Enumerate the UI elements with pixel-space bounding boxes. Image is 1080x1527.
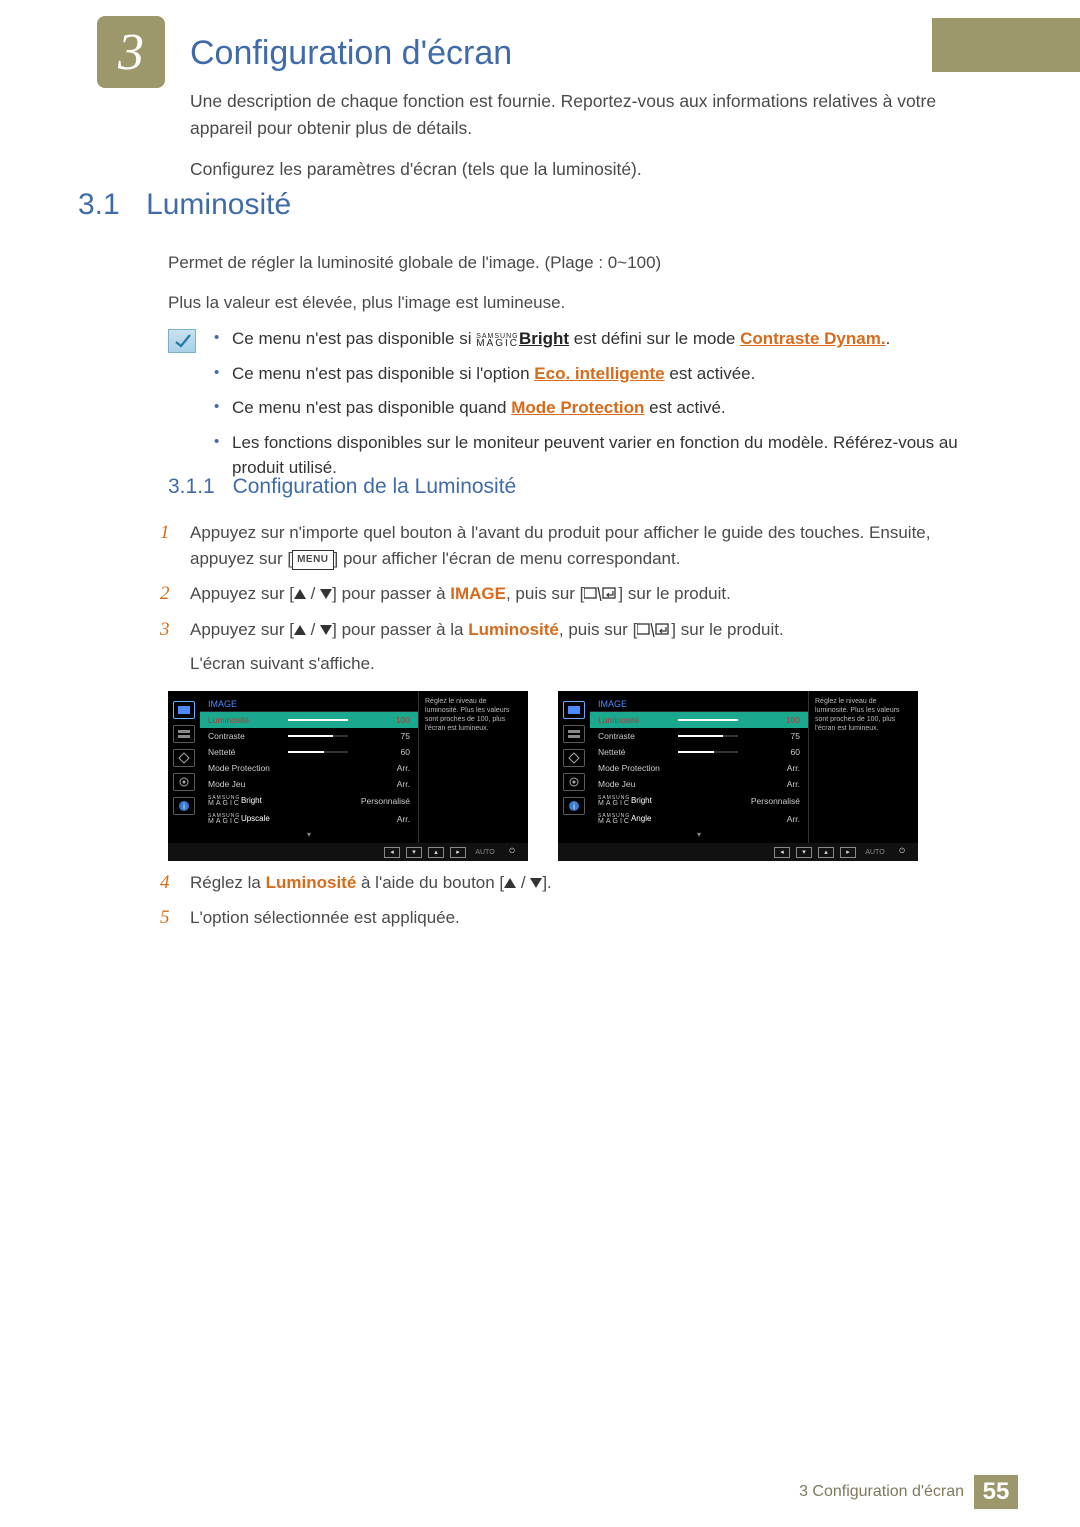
page: 3 Configuration d'écran Une description … bbox=[0, 0, 1080, 1527]
section-body: Permet de régler la luminosité globale d… bbox=[168, 250, 958, 331]
osd-menu-item: Mode ProtectionArr. bbox=[200, 760, 418, 776]
osd-menu-item: Luminosité100 bbox=[200, 712, 418, 728]
osd-nav-icons: i bbox=[558, 691, 590, 843]
osd-menu-item: Luminosité100 bbox=[590, 712, 808, 728]
note-block: Ce menu n'est pas disponible si SAMSUNGM… bbox=[168, 327, 958, 490]
chapter-title: Configuration d'écran bbox=[190, 34, 512, 73]
samsung-magic-logo: SAMSUNGMAGIC bbox=[476, 333, 519, 349]
osd-btn-right-icon: ▸ bbox=[450, 847, 466, 858]
osd-nav-info-icon: i bbox=[563, 797, 585, 815]
footer-text: 3 Configuration d'écran bbox=[799, 1483, 964, 1501]
subsection-title: Configuration de la Luminosité bbox=[233, 475, 517, 498]
triangle-down-icon bbox=[320, 625, 332, 635]
page-number-badge: 55 bbox=[974, 1475, 1018, 1509]
note-item-4: Les fonctions disponibles sur le moniteu… bbox=[206, 431, 958, 480]
osd-title: IMAGE bbox=[590, 695, 808, 712]
osd-nav-setup-icon bbox=[563, 773, 585, 791]
osd-scroll-down-icon: ▾ bbox=[200, 828, 418, 843]
note-item-2: Ce menu n'est pas disponible si l'option… bbox=[206, 362, 958, 387]
osd-title: IMAGE bbox=[200, 695, 418, 712]
osd-hint: Réglez le niveau de luminosité. Plus les… bbox=[808, 691, 916, 843]
osd-scroll-down-icon: ▾ bbox=[590, 828, 808, 843]
triangle-down-icon bbox=[530, 878, 542, 888]
link-mode-protection[interactable]: Mode Protection bbox=[511, 398, 644, 417]
enter-icon bbox=[637, 619, 671, 645]
menu-button-icon: MENU bbox=[292, 550, 333, 570]
footer: 3 Configuration d'écran 55 bbox=[0, 1479, 1080, 1509]
osd-btn-down-icon: ▾ bbox=[406, 847, 422, 858]
steps-list-lower: 4 Réglez la Luminosité à l'aide du bouto… bbox=[160, 870, 960, 939]
section-p2: Plus la valeur est élevée, plus l'image … bbox=[168, 290, 958, 316]
osd-button-bar: ◂ ▾ ▴ ▸ AUTO ⏻ bbox=[558, 843, 918, 861]
enter-icon bbox=[584, 583, 618, 609]
osd-btn-auto: AUTO bbox=[862, 847, 888, 858]
osd-menu-item: Mode ProtectionArr. bbox=[590, 760, 808, 776]
osd-btn-power-icon: ⏻ bbox=[894, 847, 910, 858]
intro-p1: Une description de chaque fonction est f… bbox=[190, 88, 960, 142]
note-list: Ce menu n'est pas disponible si SAMSUNGM… bbox=[206, 327, 958, 490]
header-band bbox=[932, 18, 1080, 72]
osd-hint: Réglez le niveau de luminosité. Plus les… bbox=[418, 691, 526, 843]
triangle-up-icon bbox=[294, 625, 306, 635]
note-item-3: Ce menu n'est pas disponible quand Mode … bbox=[206, 396, 958, 421]
svg-text:i: i bbox=[183, 802, 185, 811]
osd-nav-setup-icon bbox=[173, 773, 195, 791]
osd-panel-1: i IMAGE Luminosité100Contraste75Netteté6… bbox=[168, 691, 528, 861]
osd-nav-info-icon: i bbox=[173, 797, 195, 815]
step-4: 4 Réglez la Luminosité à l'aide du bouto… bbox=[160, 870, 960, 897]
svg-text:i: i bbox=[573, 802, 575, 811]
step-5: 5 L'option sélectionnée est appliquée. bbox=[160, 905, 960, 932]
osd-btn-left-icon: ◂ bbox=[774, 847, 790, 858]
osd-nav-icons: i bbox=[168, 691, 200, 843]
section-p1: Permet de régler la luminosité globale d… bbox=[168, 250, 958, 276]
osd-nav-color-icon bbox=[173, 725, 195, 743]
osd-screenshots: i IMAGE Luminosité100Contraste75Netteté6… bbox=[168, 691, 918, 861]
osd-btn-auto: AUTO bbox=[472, 847, 498, 858]
chapter-number: 3 bbox=[118, 23, 144, 82]
chapter-badge: 3 bbox=[97, 16, 165, 88]
step-1: 1 Appuyez sur n'importe quel bouton à l'… bbox=[160, 520, 960, 573]
osd-nav-image-icon bbox=[563, 701, 585, 719]
osd-menu-item: Mode JeuArr. bbox=[590, 776, 808, 792]
intro-block: Une description de chaque fonction est f… bbox=[190, 88, 960, 197]
osd-nav-color-icon bbox=[563, 725, 585, 743]
steps-list: 1 Appuyez sur n'importe quel bouton à l'… bbox=[160, 520, 960, 692]
osd-nav-size-icon bbox=[173, 749, 195, 767]
step-3: 3 Appuyez sur [ / ] pour passer à la Lum… bbox=[160, 617, 960, 684]
triangle-down-icon bbox=[320, 589, 332, 599]
osd-menu-item: SAMSUNGMAGICAngleArr. bbox=[590, 810, 808, 828]
subsection-heading: 3.1.1 Configuration de la Luminosité bbox=[168, 475, 516, 499]
triangle-up-icon bbox=[504, 878, 516, 888]
osd-button-bar: ◂ ▾ ▴ ▸ AUTO ⏻ bbox=[168, 843, 528, 861]
osd-btn-up-icon: ▴ bbox=[818, 847, 834, 858]
osd-menu-item: SAMSUNGMAGICBrightPersonnalisé bbox=[590, 792, 808, 810]
intro-p2: Configurez les paramètres d'écran (tels … bbox=[190, 156, 960, 183]
section-heading: 3.1 Luminosité bbox=[78, 188, 291, 222]
osd-menu-item: Contraste75 bbox=[590, 728, 808, 744]
osd-btn-left-icon: ◂ bbox=[384, 847, 400, 858]
osd-nav-size-icon bbox=[563, 749, 585, 767]
link-eco-intelligente[interactable]: Eco. intelligente bbox=[534, 364, 664, 383]
step-2: 2 Appuyez sur [ / ] pour passer à IMAGE,… bbox=[160, 581, 960, 609]
note-icon bbox=[168, 329, 196, 353]
osd-menu-item: SAMSUNGMAGICBrightPersonnalisé bbox=[200, 792, 418, 810]
note-item-1: Ce menu n'est pas disponible si SAMSUNGM… bbox=[206, 327, 958, 352]
osd-menu-item: Netteté60 bbox=[200, 744, 418, 760]
osd-btn-right-icon: ▸ bbox=[840, 847, 856, 858]
link-contraste-dynam[interactable]: Contraste Dynam. bbox=[740, 329, 885, 348]
osd-menu-item: Contraste75 bbox=[200, 728, 418, 744]
osd-menu-item: Mode JeuArr. bbox=[200, 776, 418, 792]
osd-btn-up-icon: ▴ bbox=[428, 847, 444, 858]
osd-nav-image-icon bbox=[173, 701, 195, 719]
section-title: Luminosité bbox=[146, 188, 291, 221]
section-number: 3.1 bbox=[78, 188, 120, 221]
osd-btn-power-icon: ⏻ bbox=[504, 847, 520, 858]
osd-panel-2: i IMAGE Luminosité100Contraste75Netteté6… bbox=[558, 691, 918, 861]
osd-menu-item: Netteté60 bbox=[590, 744, 808, 760]
osd-menu-item: SAMSUNGMAGICUpscaleArr. bbox=[200, 810, 418, 828]
osd-btn-down-icon: ▾ bbox=[796, 847, 812, 858]
subsection-number: 3.1.1 bbox=[168, 475, 215, 498]
triangle-up-icon bbox=[294, 589, 306, 599]
